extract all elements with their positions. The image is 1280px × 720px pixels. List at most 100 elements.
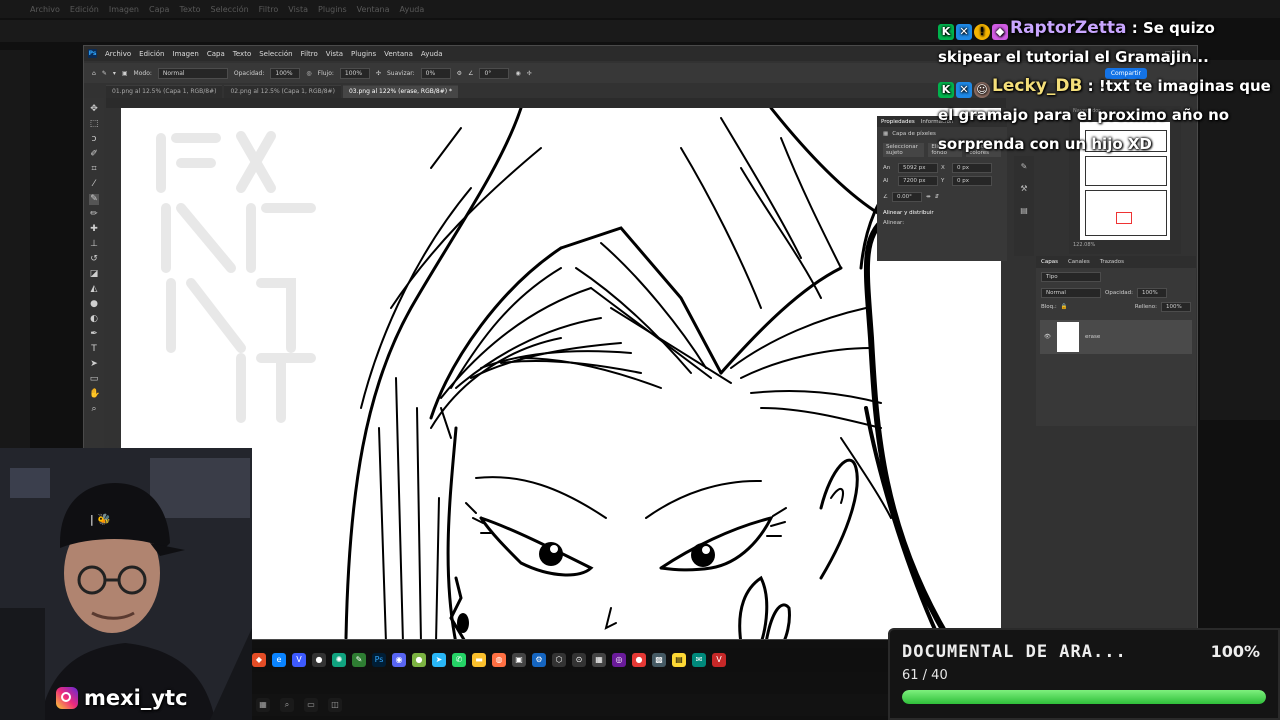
symmetry-icon[interactable]: ✢ [527,70,532,77]
menu-imagen[interactable]: Imagen [173,50,199,58]
tab-document-03[interactable]: 03.png al 122% (erase, RGB/8#) * [342,85,458,98]
height-input[interactable]: 7200 px [898,176,938,186]
image-viewer-icon[interactable]: ▩ [652,653,666,667]
rotation-input[interactable]: 0.00° [891,192,922,202]
adjust-panel-icon[interactable]: ▤ [1014,200,1034,222]
valorant-icon[interactable]: V [712,653,726,667]
tab-layers[interactable]: Capas [1041,259,1058,265]
fill-input[interactable]: 100% [1161,302,1191,312]
path-select-tool-icon[interactable]: ➤ [89,359,99,370]
firefox-icon[interactable]: ◍ [492,653,506,667]
document-canvas[interactable] [121,108,1001,639]
flip-horizontal-icon[interactable]: ⇹ [926,194,931,200]
media-icon[interactable]: ◎ [612,653,626,667]
smooth-input[interactable]: 0% [420,67,451,79]
discord-icon[interactable]: ◉ [392,653,406,667]
brush-settings-icon[interactable]: ▣ [122,70,128,77]
home-icon[interactable]: ⌂ [92,70,96,77]
tab-paths[interactable]: Trazados [1100,259,1124,265]
tab-document-02[interactable]: 02.png al 12.5% (Capa 1, RGB/8#) [224,85,341,98]
chat-app-icon[interactable]: ✉ [692,653,706,667]
menu-texto[interactable]: Texto [233,50,251,58]
chatgpt-icon[interactable]: ✺ [332,653,346,667]
capture-icon[interactable]: ⬡ [552,653,566,667]
layer-name[interactable]: erase [1085,334,1100,340]
zoom-tool-icon[interactable]: ⌕ [89,404,99,415]
app-v-icon[interactable]: V [292,653,306,667]
width-input[interactable]: 5092 px [898,163,938,173]
game-icon[interactable]: ● [412,653,426,667]
layer-opacity-input[interactable]: 100% [1136,288,1167,298]
y-input[interactable]: 0 px [952,176,992,186]
menu-archivo[interactable]: Archivo [105,50,131,58]
stamp-tool-icon[interactable]: ⊥ [89,239,99,250]
smooth-settings-icon[interactable]: ⚙ [457,70,462,77]
angle-input[interactable]: 0° [479,67,510,79]
record-icon[interactable]: ● [632,653,646,667]
layer-row[interactable]: 👁 erase [1040,320,1192,354]
brush-tool-icon[interactable]: ✎ [89,194,99,205]
healing-tool-icon[interactable]: ✚ [89,224,99,235]
app-window-icon[interactable]: ▦ [592,653,606,667]
pressure-size-icon[interactable]: ◉ [515,70,520,77]
menu-vista[interactable]: Vista [326,50,343,58]
obs-icon[interactable]: ● [312,653,326,667]
text-tool-icon[interactable]: T [89,344,99,355]
widgets-icon[interactable]: ◫ [328,698,342,712]
marquee-tool-icon[interactable]: ⬚ [89,119,99,130]
move-tool-icon[interactable]: ✥ [89,104,99,115]
dodge-tool-icon[interactable]: ◐ [89,314,99,325]
notes-icon[interactable]: ▤ [672,653,686,667]
tools-panel-icon[interactable]: ⚒ [1014,178,1034,200]
menu-filtro[interactable]: Filtro [301,50,318,58]
airbrush-icon[interactable]: ✣ [376,70,381,77]
flip-vertical-icon[interactable]: ⇵ [935,194,940,200]
whatsapp-icon[interactable]: ✆ [452,653,466,667]
edge-icon[interactable]: e [272,653,286,667]
tab-document-01[interactable]: 01.png al 12.5% (Capa 1, RGB/8#) [106,85,223,98]
tab-properties[interactable]: Propiedades [881,119,915,125]
pressure-opacity-icon[interactable]: ◎ [306,70,311,77]
visibility-eye-icon[interactable]: 👁 [1044,334,1051,340]
brush-tool-icon[interactable]: ✎ [102,70,107,77]
telegram-icon[interactable]: ➤ [432,653,446,667]
dashboard-icon[interactable]: ⊙ [572,653,586,667]
pencil-tool-icon[interactable]: ✏ [89,209,99,220]
search-icon[interactable]: ⌕ [280,698,294,712]
opacity-input[interactable]: 100% [270,67,301,79]
photoshop-taskbar-icon[interactable]: Ps [372,653,386,667]
eraser-tool-icon[interactable]: ◪ [89,269,99,280]
hand-tool-icon[interactable]: ✋ [89,389,100,400]
edit-app-icon[interactable]: ✎ [352,653,366,667]
menu-ayuda[interactable]: Ayuda [421,50,443,58]
task-view-icon[interactable]: ▭ [304,698,318,712]
history-brush-icon[interactable]: ↺ [89,254,99,265]
settings-app-icon[interactable]: ⚙ [532,653,546,667]
mode-select[interactable]: Normal [157,67,228,79]
tab-channels[interactable]: Canales [1068,259,1090,265]
brave-icon[interactable]: ◆ [252,653,266,667]
menu-edicion[interactable]: Edición [139,50,164,58]
align-distribute-heading[interactable]: Alinear y distribuir [877,204,1007,218]
bucket-tool-icon[interactable]: ◭ [89,284,99,295]
brush-panel-icon[interactable]: ✎ [1014,156,1034,178]
lock-icon[interactable]: 🔒 [1061,304,1068,310]
navigator-zoom[interactable]: 122.08% [1069,240,1181,250]
folder-icon[interactable]: ▬ [472,653,486,667]
shape-tool-icon[interactable]: ▭ [89,374,99,385]
blur-tool-icon[interactable]: ● [89,299,99,310]
menu-plugins[interactable]: Plugins [351,50,376,58]
start-icon[interactable]: ▦ [256,698,270,712]
menu-capa[interactable]: Capa [207,50,225,58]
blend-mode-select[interactable]: Normal [1041,288,1101,298]
crop-tool-icon[interactable]: ⌗ [89,164,99,175]
pen-tool-icon[interactable]: ✒ [89,329,99,340]
menu-ventana[interactable]: Ventana [384,50,413,58]
eyedropper-tool-icon[interactable]: ⁄ [89,179,99,190]
select-subject-button[interactable]: Seleccionar sujeto [883,143,925,157]
layer-filter-select[interactable]: Tipo [1041,272,1101,282]
quick-select-tool-icon[interactable]: ✐ [89,149,99,160]
lasso-tool-icon[interactable]: ↄ [89,134,99,145]
x-input[interactable]: 0 px [952,163,992,173]
store-icon[interactable]: ▣ [512,653,526,667]
